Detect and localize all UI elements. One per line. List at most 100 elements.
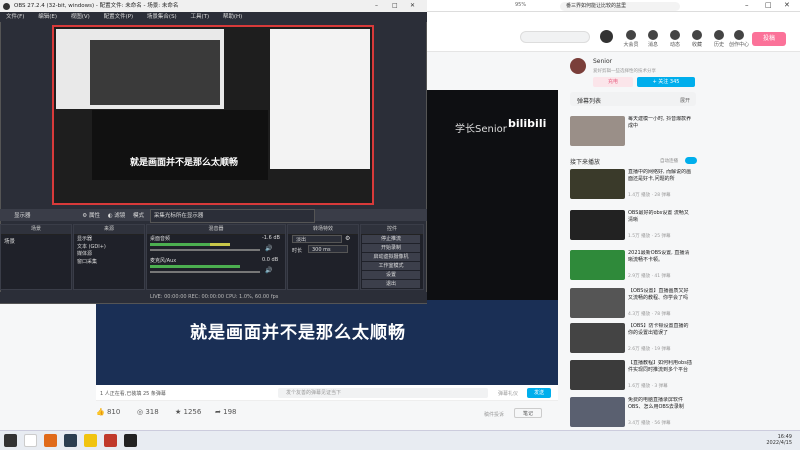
folder-icon[interactable]: [84, 434, 97, 447]
clock[interactable]: 16:49 2022/4/15: [752, 434, 792, 446]
volume-slider[interactable]: [150, 271, 260, 273]
upload-button[interactable]: 投稿: [752, 32, 786, 46]
nav-creator[interactable]: 创作中心: [726, 30, 752, 48]
danmaku-list-toggle[interactable]: 展开: [680, 97, 690, 104]
list-item[interactable]: 直播中的网络好, 而解说的画面还是好卡,问题的所 1.4万 播放 · 28 弹幕: [570, 169, 698, 203]
list-item[interactable]: 免费的电脑直播录屏软件OBS、怎么用OBS去录制 3.4万 播放 · 56 弹幕: [570, 397, 698, 429]
coin-button[interactable]: ◎ 318: [137, 408, 159, 416]
vip-icon: [626, 30, 636, 40]
source-item[interactable]: 文本 (GDI+): [77, 244, 141, 252]
note-button[interactable]: 笔记: [514, 408, 542, 418]
send-danmaku-button[interactable]: 发送: [527, 388, 551, 398]
list-item-title: 2021最新OBS设置, 直播清晰流畅不卡顿。: [628, 250, 690, 263]
obs-taskbar-icon[interactable]: [124, 434, 137, 447]
steam-icon[interactable]: [64, 434, 77, 447]
chrome-icon[interactable]: [24, 434, 37, 447]
mixer-channel-name: 麦克风/Aux: [150, 258, 177, 264]
transitions-dock-title: 转场特效: [288, 225, 358, 235]
list-item-meta: 3.4万 播放 · 56 弹幕: [628, 421, 671, 426]
uploader-desc: 爱好剪辑一些选择性的技术分享: [593, 69, 656, 74]
share-button[interactable]: ➦ 198: [215, 408, 236, 416]
video-thumbnail: [570, 210, 625, 240]
studio-mode-button[interactable]: 工作室模式: [362, 262, 420, 270]
coin-icon: ◎: [137, 408, 144, 416]
nav-messages[interactable]: 消息: [642, 30, 664, 48]
settings-button[interactable]: 设置: [362, 271, 420, 279]
exit-button[interactable]: 退出: [362, 280, 420, 288]
gear-icon[interactable]: ⚙: [345, 235, 350, 242]
obs-close-icon[interactable]: ✕: [410, 2, 415, 9]
filters-button[interactable]: ◐ 滤镜: [108, 213, 126, 219]
avatar[interactable]: [600, 30, 613, 43]
list-item[interactable]: 【OBS设置】直播画质又好又流畅的教程、你学会了吗 4.3万 播放 · 78 弹…: [570, 288, 698, 322]
nav-dynamic[interactable]: 动态: [664, 30, 686, 48]
menu-profile[interactable]: 配置文件(P): [104, 14, 134, 20]
duration-input[interactable]: 300 ms: [308, 245, 348, 253]
properties-label: 属性: [88, 213, 100, 219]
like-button[interactable]: 👍 810: [96, 408, 120, 416]
follow-button[interactable]: + 关注 345: [637, 77, 695, 87]
menu-file[interactable]: 文件(F): [6, 14, 24, 20]
autoplay-label: 接下来播放: [570, 159, 601, 166]
obs-maximize-icon[interactable]: □: [392, 2, 398, 9]
audio-meter-peak: [210, 243, 230, 246]
menu-view[interactable]: 视图(V): [71, 14, 90, 20]
danmaku-input[interactable]: 发个友善的弹幕见证当下: [278, 388, 488, 398]
autoplay-toggle[interactable]: [685, 157, 697, 164]
list-item-meta: 1.4万 播放 · 28 弹幕: [628, 193, 671, 198]
danmaku-etiquette[interactable]: 弹幕礼仪: [498, 390, 518, 397]
obs-logo-icon: [3, 3, 10, 10]
search-input[interactable]: [520, 31, 590, 43]
list-item[interactable]: 每天建模一小时, 抖音爆款养成中: [570, 116, 698, 150]
charge-button[interactable]: 充电: [593, 77, 633, 87]
video-thumbnail: [570, 360, 625, 390]
bilibili-logo: bilibili: [508, 117, 547, 130]
list-item[interactable]: OBS最好的obs设置 流畅又清晰 1.5万 播放 · 25 弹幕: [570, 210, 698, 244]
close-icon[interactable]: ✕: [784, 1, 790, 9]
address-bar[interactable]: 番三界如何能让比较的盆里: [560, 2, 680, 11]
app-icon[interactable]: [104, 434, 117, 447]
start-recording-button[interactable]: 开始录制: [362, 244, 420, 252]
obs-minimize-icon[interactable]: –: [375, 2, 378, 9]
nav-label: 动态: [669, 42, 680, 48]
minimize-icon[interactable]: –: [745, 1, 749, 9]
zoom-level[interactable]: 95%: [515, 2, 526, 8]
clock-date: 2022/4/15: [766, 440, 792, 446]
mode-select[interactable]: 采集光标所在显示器: [149, 209, 315, 223]
nav-vip[interactable]: 大会员: [620, 30, 642, 48]
video-thumbnail: [570, 169, 625, 199]
list-item[interactable]: 2021最新OBS设置, 直播清晰流畅不卡顿。 2.9万 播放 · 41 弹幕: [570, 250, 698, 284]
uploader-avatar[interactable]: [570, 58, 586, 74]
start-icon[interactable]: [4, 434, 17, 447]
favorite-button[interactable]: ★ 1256: [175, 408, 201, 416]
maximize-icon[interactable]: □: [765, 1, 772, 9]
menu-edit[interactable]: 编辑(E): [38, 14, 57, 20]
properties-button[interactable]: ⚙ 属性: [82, 213, 100, 219]
volume-slider[interactable]: [150, 249, 260, 251]
speaker-icon[interactable]: 🔊: [265, 245, 272, 252]
transition-select[interactable]: 淡出: [292, 235, 342, 243]
nav-favorites[interactable]: 收藏: [686, 30, 708, 48]
scenes-dock: 场景 场景: [0, 224, 72, 290]
list-item-title: OBS最好的obs设置 流畅又清晰: [628, 210, 689, 223]
menu-scene-collection[interactable]: 场景集合(S): [147, 14, 177, 20]
list-item-meta: 1.6万 播放 · 3 弹幕: [628, 384, 668, 389]
source-item[interactable]: 媒体源: [77, 251, 141, 259]
stop-stream-button[interactable]: 停止推流: [362, 235, 420, 243]
list-item[interactable]: 【直播教程】如何利用obs插件实现同时推流到多个平台 1.6万 播放 · 3 弹…: [570, 360, 698, 394]
list-item[interactable]: 【OBS】防卡顿设置直播的 你的设置出错误了 2.6万 播放 · 19 弹幕: [570, 323, 698, 357]
list-item-title: 每天建模一小时, 抖音爆款养成中: [628, 116, 692, 129]
mixer-channel-db: -1.6 dB: [262, 235, 280, 241]
speaker-icon[interactable]: 🔊: [265, 267, 272, 274]
source-item[interactable]: 显示器: [77, 236, 141, 244]
menu-help[interactable]: 帮助(H): [223, 14, 242, 20]
uploader-name[interactable]: Senior: [593, 58, 612, 65]
app-icon[interactable]: [44, 434, 57, 447]
danmaku-list-title: 弹幕列表: [577, 98, 602, 105]
source-item[interactable]: 窗口采集: [77, 259, 141, 267]
filters-label: 滤镜: [114, 213, 126, 219]
scene-item[interactable]: 场景: [1, 235, 71, 247]
menu-tools[interactable]: 工具(T): [190, 14, 209, 20]
virtual-camera-button[interactable]: 启动虚拟摄像机: [362, 253, 420, 261]
report-link[interactable]: 稿件投诉: [484, 411, 504, 418]
